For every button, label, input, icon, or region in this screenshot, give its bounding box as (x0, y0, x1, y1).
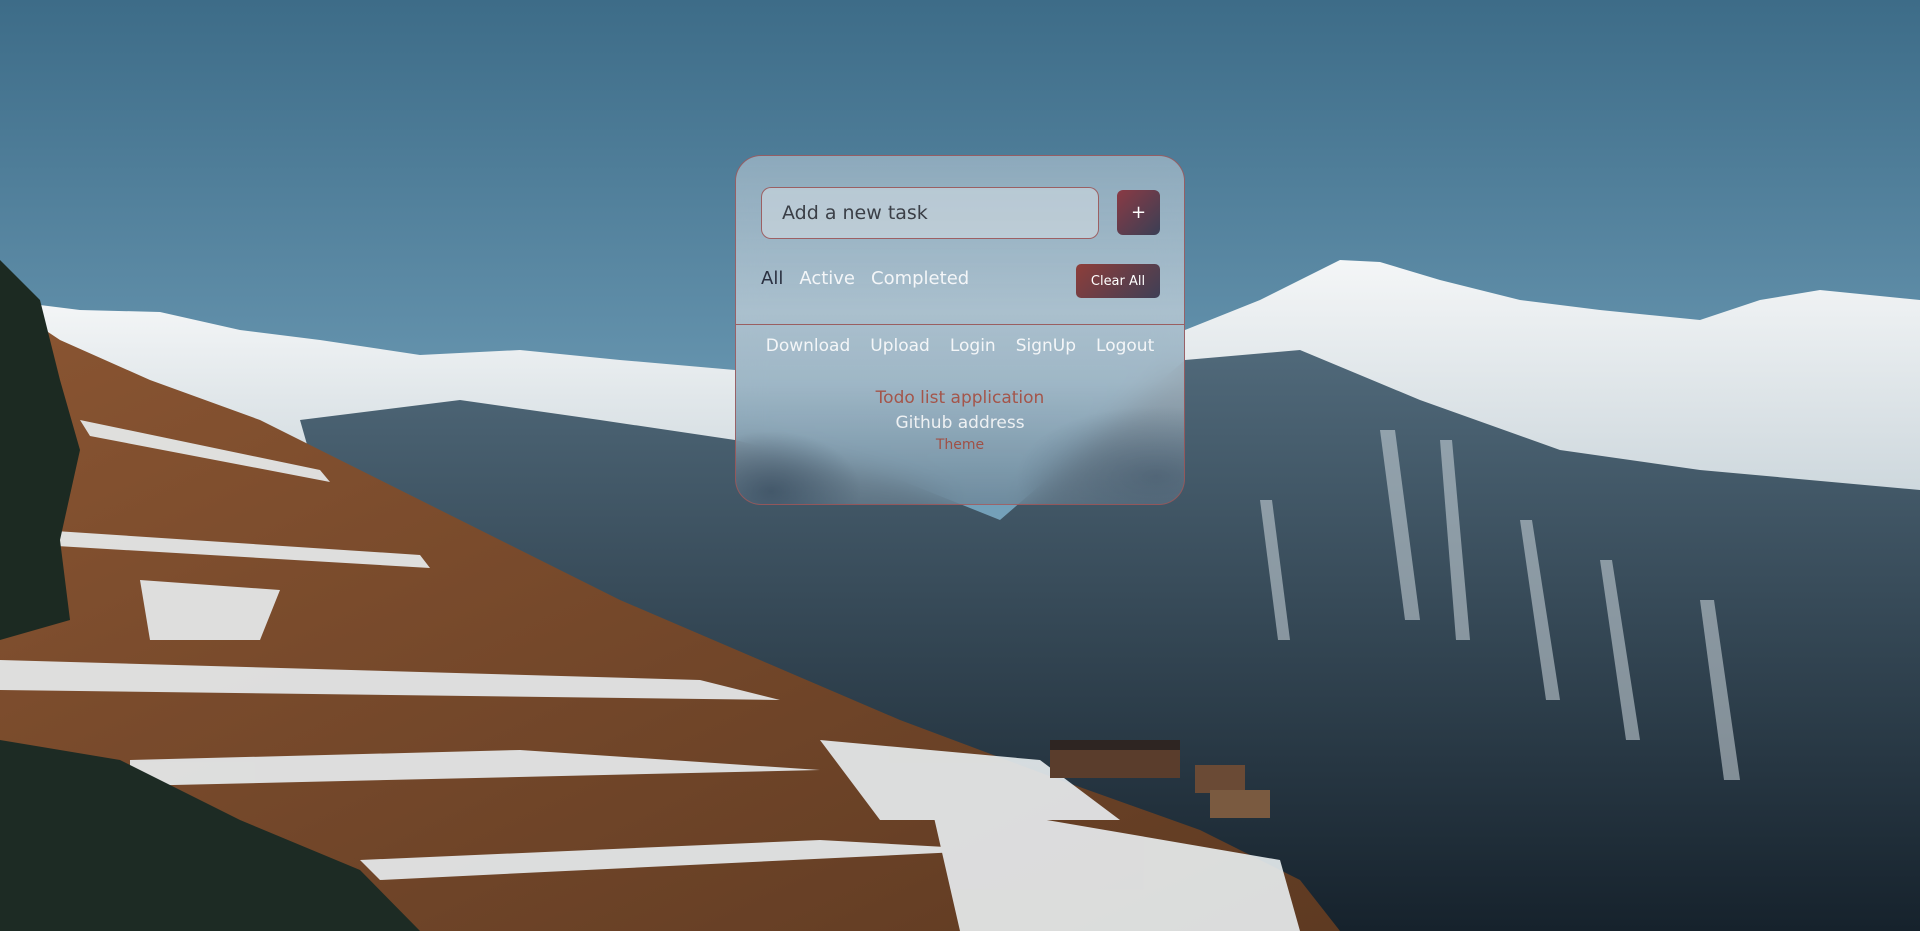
filter-active[interactable]: Active (799, 268, 855, 289)
upload-link[interactable]: Upload (870, 336, 930, 356)
new-task-input[interactable] (761, 187, 1099, 239)
filter-completed[interactable]: Completed (871, 268, 969, 289)
add-task-button[interactable]: + (1117, 190, 1160, 235)
card-footer: Todo list application Github address The… (736, 386, 1184, 454)
filter-all[interactable]: All (761, 268, 783, 289)
signup-link[interactable]: SignUp (1016, 336, 1076, 356)
theme-link[interactable]: Theme (736, 436, 1184, 454)
auth-nav: Download Upload Login SignUp Logout (736, 336, 1184, 356)
divider (736, 324, 1184, 325)
logout-link[interactable]: Logout (1096, 336, 1154, 356)
download-link[interactable]: Download (766, 336, 851, 356)
login-link[interactable]: Login (950, 336, 996, 356)
clear-all-button[interactable]: Clear All (1076, 264, 1160, 298)
github-link[interactable]: Github address (736, 410, 1184, 436)
app-title: Todo list application (875, 388, 1045, 408)
filter-tabs: All Active Completed (761, 268, 969, 289)
todo-card: + All Active Completed Clear All Downloa… (735, 155, 1185, 505)
